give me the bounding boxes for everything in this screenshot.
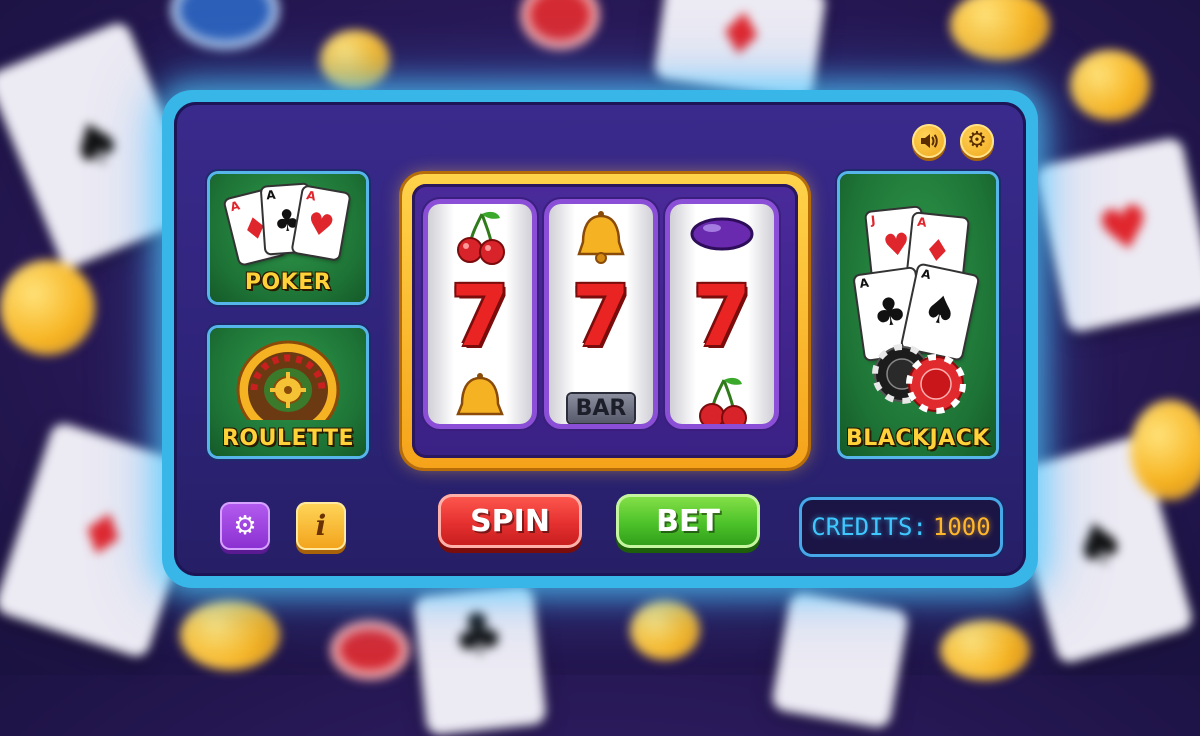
casino-chips-icon (872, 344, 966, 414)
slot-machine: 7 7 BAR 7 (402, 174, 808, 468)
card-rank: A (265, 187, 277, 203)
background-coin (180, 600, 280, 670)
slot-reels-area: 7 7 BAR 7 (412, 184, 798, 458)
info-button[interactable]: i (296, 502, 346, 550)
bar-symbol: BAR (549, 394, 653, 423)
settings-square-button[interactable]: ⚙ (220, 502, 270, 550)
background-coin (950, 0, 1050, 60)
roulette-wheel-icon (236, 340, 340, 420)
blackjack-label: BLACKJACK (846, 426, 990, 451)
credits-value: 1000 (932, 513, 991, 541)
background-card: ♦ (653, 0, 827, 101)
credits-display: CREDITS: 1000 (802, 500, 1000, 554)
seven-symbol: 7 (571, 267, 631, 365)
spin-button[interactable]: SPIN (438, 494, 582, 548)
card-rank: J (870, 213, 877, 228)
bell-icon (456, 373, 504, 416)
game-panel-inner: ⚙ A ♦ A ♣ A ♥ POKER ROULETTE 7 7 BAR 7 J… (174, 102, 1026, 576)
card-suit: ♠ (919, 284, 962, 336)
card-rank: A (920, 266, 933, 283)
background-chip (520, 0, 600, 50)
roulette-tile[interactable]: ROULETTE (210, 328, 366, 456)
background-card: ♥ (1033, 136, 1200, 334)
sound-button[interactable] (912, 124, 946, 158)
credits-label: CREDITS: (811, 513, 927, 541)
gear-icon: ⚙ (967, 128, 987, 153)
card-suit: ♥ (304, 205, 337, 246)
card-rank: A (916, 214, 928, 230)
seven-symbol: 7 (692, 267, 752, 365)
background-chip (170, 0, 280, 50)
background-chip (330, 620, 410, 680)
background-card (770, 590, 910, 730)
info-icon: i (315, 509, 327, 542)
game-panel: ⚙ A ♦ A ♣ A ♥ POKER ROULETTE 7 7 BAR 7 J… (162, 90, 1038, 588)
plum-icon (690, 217, 754, 251)
poker-label: POKER (244, 270, 332, 295)
background-coin (1130, 400, 1200, 500)
card-rank: A (858, 275, 870, 291)
bet-button[interactable]: BET (616, 494, 760, 548)
reel-2: 7 BAR (549, 204, 653, 424)
seven-symbol: 7 (450, 267, 510, 365)
playing-card: A ♥ (292, 186, 350, 260)
background-card: ♣ (413, 584, 547, 736)
cherry-icon (457, 211, 505, 265)
bar-symbol-label: BAR (567, 394, 635, 423)
roulette-label: ROULETTE (221, 426, 355, 451)
gear-icon: ⚙ (233, 511, 257, 541)
bell-icon (577, 211, 625, 264)
blackjack-tile[interactable]: J ♥ A ♦ A ♣ A ♠ BLACKJACK (840, 174, 996, 456)
card-rank: A (228, 198, 242, 215)
cherry-icon (699, 377, 747, 424)
background-coin (1070, 50, 1150, 120)
background-coin (320, 30, 390, 90)
settings-button[interactable]: ⚙ (960, 124, 994, 158)
reel-1: 7 (428, 204, 532, 424)
poker-tile[interactable]: A ♦ A ♣ A ♥ POKER (210, 174, 366, 302)
background-coin (940, 620, 1030, 680)
reel-3: 7 (670, 204, 774, 424)
background-coin (0, 260, 95, 355)
speaker-icon (921, 134, 938, 148)
card-suit: ♦ (922, 232, 953, 271)
background-coin (630, 600, 700, 660)
card-rank: A (305, 188, 318, 204)
